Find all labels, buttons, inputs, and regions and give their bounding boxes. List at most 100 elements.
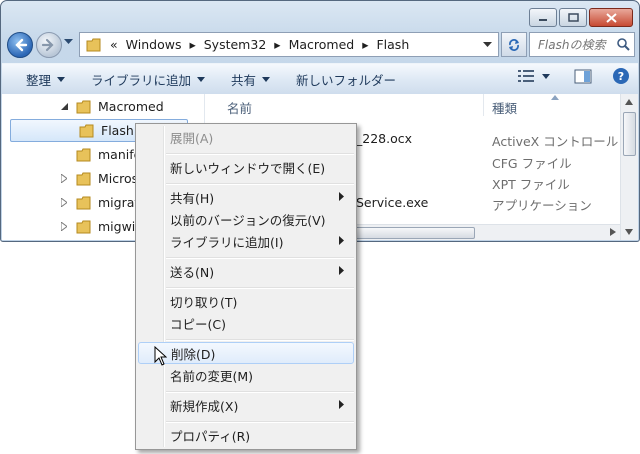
submenu-arrow-icon: [339, 266, 344, 275]
submenu-arrow-icon: [339, 236, 344, 245]
menu-separator: [166, 287, 354, 289]
menu-item-share[interactable]: 共有(H): [138, 186, 354, 208]
forward-arrow-icon: [41, 38, 54, 52]
mouse-cursor-icon: [154, 346, 167, 366]
menu-separator: [166, 421, 354, 423]
forward-button[interactable]: [36, 32, 62, 58]
menu-item-label: 削除(D): [171, 346, 216, 362]
menu-item-new[interactable]: 新規作成(X): [138, 394, 354, 416]
breadcrumb-separator-icon[interactable]: ▸: [189, 37, 195, 52]
tree-item-macromed[interactable]: Macromed: [58, 96, 164, 117]
menu-separator: [166, 339, 354, 341]
menu-item-label: 新規作成(X): [170, 398, 239, 414]
breadcrumb-macromed[interactable]: Macromed: [289, 37, 355, 52]
breadcrumb-windows[interactable]: Windows: [126, 37, 182, 52]
close-button[interactable]: [589, 8, 633, 27]
submenu-arrow-icon: [339, 192, 344, 201]
vertical-scroll-thumb[interactable]: [623, 112, 636, 156]
file-row-type: XPT ファイル: [492, 177, 570, 192]
context-menu: 展開(A) 新しいウィンドウで開く(E) 共有(H) 以前のバージョンの復元(V…: [135, 123, 357, 450]
tree-item-migwiz[interactable]: migwiz: [58, 216, 142, 237]
address-row: « Windows ▸ System32 ▸ Macromed ▸ Flash: [7, 31, 635, 59]
file-row-type: CFG ファイル: [492, 156, 572, 171]
menu-item-send-to[interactable]: 送る(N): [138, 260, 354, 282]
menu-item-label: 以前のバージョンの復元(V): [170, 212, 326, 228]
menu-item-label: 名前の変更(M): [170, 368, 254, 384]
caption-buttons: [529, 8, 633, 27]
menu-item-rename[interactable]: 名前の変更(M): [138, 364, 354, 386]
breadcrumb-system32[interactable]: System32: [204, 37, 267, 52]
chevron-down-icon: [197, 76, 206, 82]
collapsed-arrow-icon[interactable]: [58, 222, 70, 231]
breadcrumb-overflow[interactable]: «: [110, 37, 118, 52]
organize-button[interactable]: 整理: [16, 67, 75, 91]
menu-item-label: 展開(A): [170, 130, 214, 146]
folder-icon: [76, 172, 91, 185]
chevron-down-icon: [262, 76, 271, 82]
file-row-type: アプリケーション: [492, 198, 592, 213]
collapsed-arrow-icon[interactable]: [58, 198, 70, 207]
address-bar[interactable]: « Windows ▸ System32 ▸ Macromed ▸ Flash: [79, 32, 499, 57]
menu-item-expand: 展開(A): [138, 126, 354, 148]
add-to-library-label: ライブラリに追加: [91, 72, 192, 88]
breadcrumb-flash[interactable]: Flash: [376, 37, 409, 52]
back-arrow-icon: [15, 38, 28, 52]
breadcrumb-separator-icon[interactable]: ▸: [274, 37, 280, 52]
menu-separator: [166, 257, 354, 259]
search-box[interactable]: [529, 32, 635, 57]
new-folder-label: 新しいフォルダー: [296, 72, 397, 88]
submenu-arrow-icon: [339, 400, 344, 409]
minimize-button[interactable]: [529, 8, 557, 27]
help-icon[interactable]: ?: [612, 67, 630, 85]
search-input[interactable]: [536, 34, 620, 55]
menu-item-label: 送る(N): [170, 264, 215, 280]
search-icon[interactable]: [616, 37, 630, 51]
command-bar: 整理 ライブラリに追加 共有 新しいフォルダー ?: [2, 63, 638, 95]
menu-item-open-new-window[interactable]: 新しいウィンドウで開く(E): [138, 156, 354, 178]
refresh-button[interactable]: [501, 32, 527, 57]
menu-item-add-to-library[interactable]: ライブラリに追加(I): [138, 230, 354, 252]
recent-pages-dropdown-icon[interactable]: [64, 39, 73, 45]
horizontal-scroll-thumb[interactable]: [355, 227, 475, 239]
folder-icon: [76, 220, 91, 233]
folder-icon: [86, 38, 101, 51]
scroll-down-arrow-icon[interactable]: [625, 229, 633, 235]
column-header-type[interactable]: 種類: [492, 98, 517, 117]
address-dropdown-icon[interactable]: [483, 42, 492, 48]
add-to-library-button[interactable]: ライブラリに追加: [81, 67, 215, 91]
column-header-name[interactable]: 名前: [227, 98, 252, 117]
maximize-button[interactable]: [559, 8, 587, 27]
scroll-up-arrow-icon[interactable]: [625, 99, 633, 105]
menu-separator: [166, 391, 354, 393]
chevron-down-icon: [57, 76, 66, 82]
menu-item-delete[interactable]: 削除(D): [138, 342, 354, 364]
menu-item-label: 切り取り(T): [170, 294, 238, 310]
new-folder-button[interactable]: 新しいフォルダー: [286, 67, 406, 91]
collapsed-arrow-icon[interactable]: [58, 174, 70, 183]
scroll-right-arrow-icon[interactable]: [610, 228, 616, 236]
tree-item-label: Flash: [101, 123, 134, 138]
tree-item-label: Macromed: [98, 99, 164, 114]
change-view-button[interactable]: [518, 70, 550, 82]
svg-text:?: ?: [618, 70, 624, 83]
file-row-name[interactable]: Service.exe: [356, 195, 428, 210]
preview-pane-icon[interactable]: [574, 69, 592, 84]
menu-item-copy[interactable]: コピー(C): [138, 312, 354, 334]
vertical-scrollbar[interactable]: [620, 94, 638, 240]
share-button[interactable]: 共有: [221, 67, 280, 91]
menu-item-label: 共有(H): [170, 190, 215, 206]
menu-item-properties[interactable]: プロパティ(R): [138, 424, 354, 446]
menu-item-cut[interactable]: 切り取り(T): [138, 290, 354, 312]
menu-item-restore-previous-versions[interactable]: 以前のバージョンの復元(V): [138, 208, 354, 230]
file-row-name[interactable]: _228.ocx: [356, 131, 412, 146]
share-label: 共有: [231, 72, 257, 88]
close-icon: [605, 12, 617, 23]
back-button[interactable]: [7, 32, 33, 58]
menu-item-label: ライブラリに追加(I): [170, 234, 284, 250]
breadcrumb-separator-icon[interactable]: ▸: [362, 37, 368, 52]
expanded-arrow-icon[interactable]: [58, 103, 70, 110]
maximize-icon: [567, 13, 579, 22]
chevron-down-icon: [542, 73, 550, 79]
sort-ascending-icon: [551, 95, 559, 100]
menu-item-label: 新しいウィンドウで開く(E): [170, 160, 326, 176]
